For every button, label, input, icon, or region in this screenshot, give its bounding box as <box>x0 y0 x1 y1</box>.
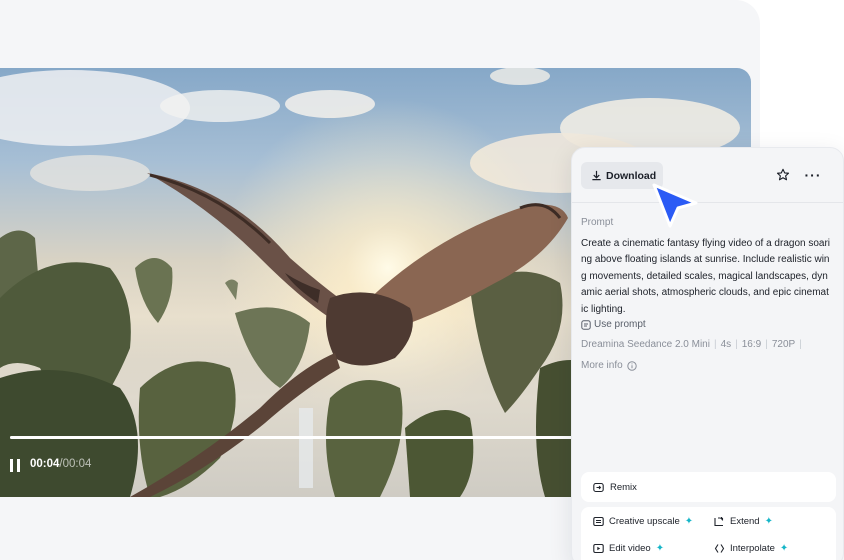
star-icon[interactable] <box>774 166 792 184</box>
creative-upscale-button[interactable]: Creative upscale ✦ <box>593 516 693 527</box>
edit-video-label: Edit video <box>609 543 651 554</box>
pause-icon[interactable] <box>10 459 22 472</box>
extend-label: Extend <box>730 516 760 527</box>
meta-resolution: 720P <box>771 339 796 350</box>
use-prompt-button[interactable]: Use prompt <box>581 319 646 330</box>
more-icon[interactable]: ··· <box>804 166 822 184</box>
extend-button[interactable]: Extend ✦ <box>714 516 773 527</box>
progress-bar[interactable] <box>10 436 610 439</box>
prompt-text: Create a cinematic fantasy flying video … <box>581 238 831 315</box>
meta-duration: 4s <box>720 339 732 350</box>
remix-icon <box>593 482 604 492</box>
sparkle-icon: ✦ <box>764 516 773 527</box>
progress-fill <box>10 436 610 439</box>
details-panel: Download ··· Prompt Create a cinematic f… <box>571 147 844 560</box>
upscale-icon <box>593 516 604 527</box>
more-info-label: More info <box>581 360 623 371</box>
meta-ratio: 16:9 <box>741 339 762 350</box>
remix-label: Remix <box>610 481 637 493</box>
cursor-pointer-icon <box>652 183 698 228</box>
time-display: 00:04/00:04 <box>30 458 91 470</box>
sparkle-icon: ✦ <box>779 543 789 554</box>
sparkle-icon: ✦ <box>655 543 665 554</box>
download-icon <box>592 170 601 181</box>
prompt-label: Prompt <box>581 217 614 228</box>
creative-upscale-label: Creative upscale <box>609 516 680 527</box>
interpolate-icon <box>714 544 725 553</box>
time-total: 00:04 <box>62 458 92 470</box>
use-prompt-icon <box>581 319 591 330</box>
meta-model: Dreamina Seedance 2.0 Mini <box>581 339 710 350</box>
info-icon <box>626 360 637 371</box>
interpolate-button[interactable]: Interpolate ✦ <box>714 543 788 554</box>
edit-video-button[interactable]: Edit video ✦ <box>593 543 664 554</box>
sparkle-icon: ✦ <box>684 516 694 527</box>
use-prompt-label: Use prompt <box>594 319 646 330</box>
extend-icon <box>714 517 724 527</box>
generation-meta: Dreamina Seedance 2.0 Mini | 4s | 16:9 | 720P | <box>581 339 802 350</box>
panel-header: Download ··· <box>572 148 843 203</box>
screen: 00:04/00:04 Download ··· Prompt Create a… <box>0 0 844 560</box>
download-label: Download <box>606 169 657 182</box>
remix-button[interactable]: Remix <box>581 472 836 502</box>
time-current: 00:04 <box>30 458 60 470</box>
edit-video-icon <box>593 543 604 554</box>
more-info-link[interactable]: More info <box>581 360 637 371</box>
tools-card: Creative upscale ✦ Extend ✦ Edit video ✦… <box>581 507 836 560</box>
interpolate-label: Interpolate <box>730 543 775 554</box>
